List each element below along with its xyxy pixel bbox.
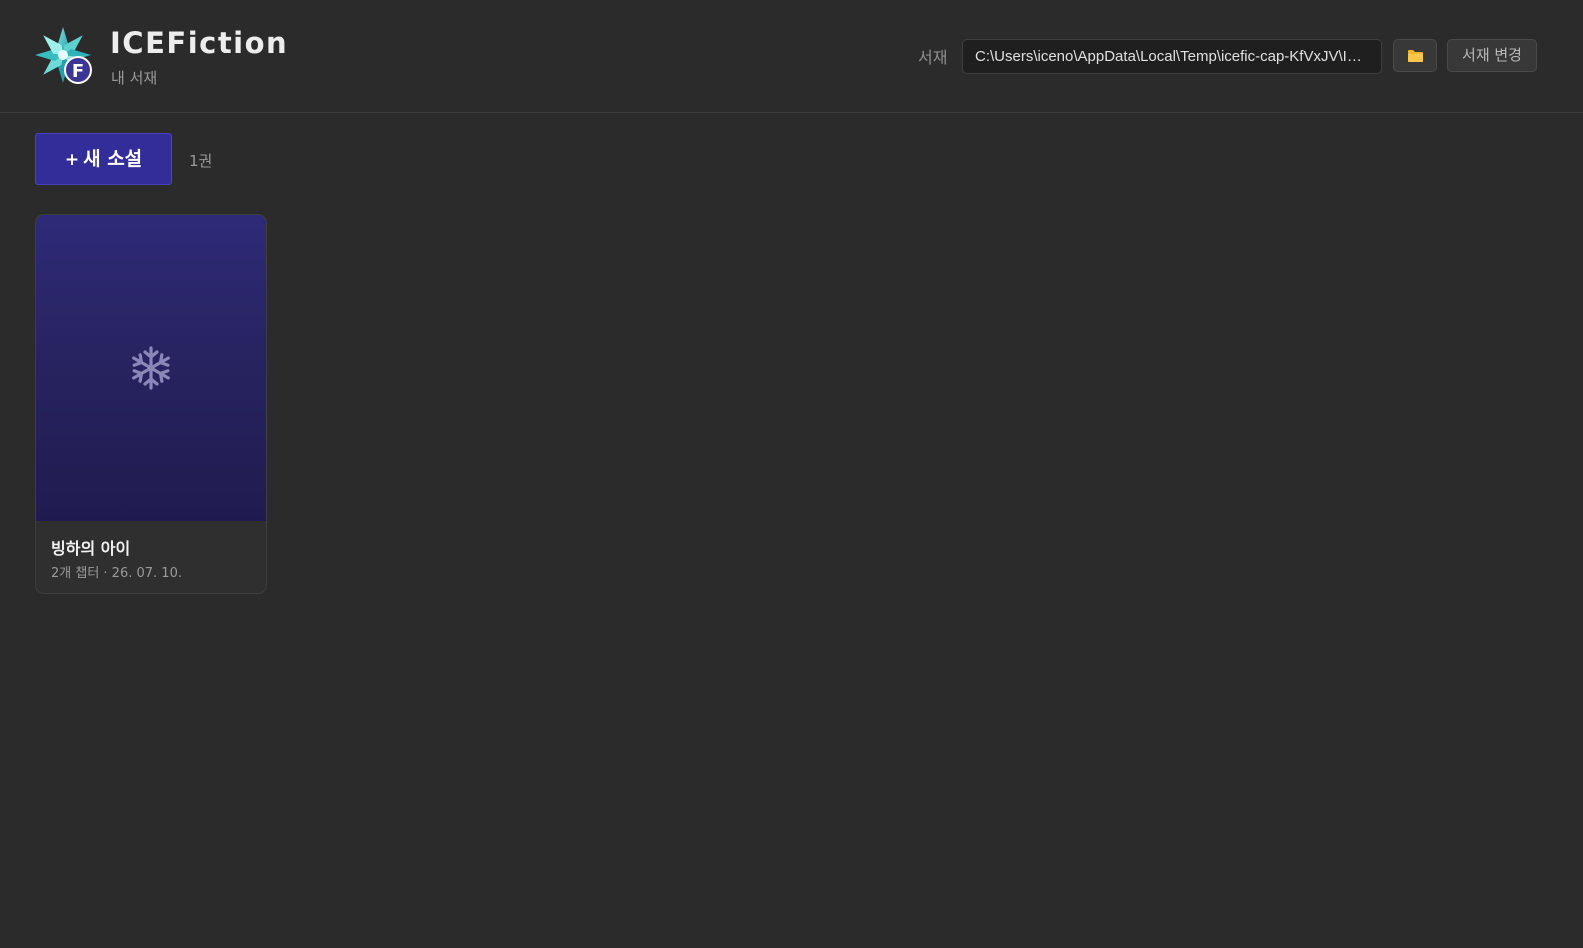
library-label: 서재 [918,48,948,67]
book-cover [36,215,266,521]
change-library-button[interactable]: 서재 변경 [1447,39,1537,72]
app-header: F ICEFiction 내 서재 서재 C:\Users\iceno\AppD… [0,0,1583,113]
book-card[interactable]: 빙하의 아이 2개 챕터 · 26. 07. 10. [35,214,267,594]
folder-icon [1407,49,1423,62]
page-subtitle: 내 서재 [111,69,158,87]
library-path-field[interactable]: C:\Users\iceno\AppData\Local\Temp\icefic… [962,39,1382,74]
app-logo-icon: F [35,27,92,84]
book-meta: 2개 챕터 · 26. 07. 10. [51,566,182,581]
plus-icon: + [64,150,80,170]
book-count: 1권 [189,152,213,170]
open-folder-button[interactable] [1393,39,1437,72]
snowflake-icon [132,346,170,390]
new-novel-label: 새 소설 [83,148,143,170]
svg-text:F: F [72,61,84,82]
book-title: 빙하의 아이 [51,539,131,558]
app-title: ICEFiction [110,26,289,60]
new-novel-button[interactable]: + 새 소설 [35,133,172,185]
